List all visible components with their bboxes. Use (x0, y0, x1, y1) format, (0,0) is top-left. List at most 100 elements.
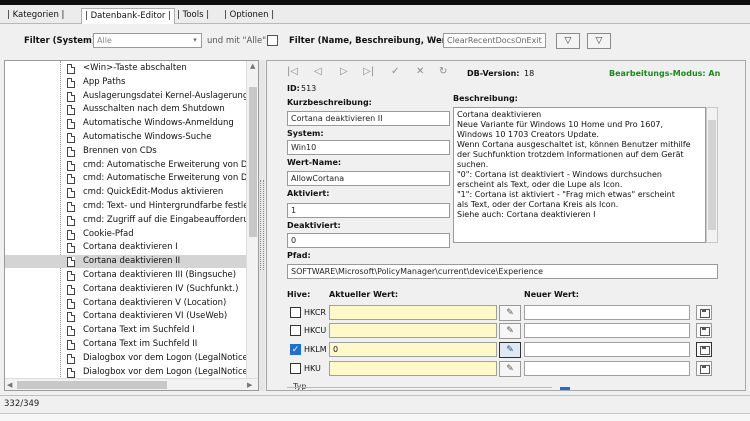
filter-clear-button[interactable]: ▽ (587, 33, 611, 49)
activated-input[interactable]: 1 (287, 203, 450, 218)
document-icon (67, 367, 75, 378)
tree-item-label: Cortana Text im Suchfeld II (83, 339, 198, 349)
last-record-icon[interactable]: ▷| (363, 66, 374, 77)
refresh-icon[interactable]: ↻ (439, 66, 447, 77)
tab-kategorien[interactable]: | Kategorien | (4, 8, 67, 24)
current-value-field[interactable] (329, 361, 497, 376)
save-disk-icon[interactable] (696, 342, 712, 357)
value-name-input[interactable]: AllowCortana (287, 171, 450, 186)
scroll-left-icon[interactable]: ◀ (7, 379, 12, 390)
tree-item[interactable]: Cookie-Pfad (5, 228, 248, 241)
new-value-input[interactable] (524, 342, 690, 357)
editor-panel: |◁ ◁ ▷ ▷| ✓ ✕ ↻ DB-Version: 18 Bearbeitu… (266, 60, 746, 391)
panel-splitter[interactable] (259, 60, 265, 391)
filter-system-value: Alle (97, 36, 112, 45)
tree-item[interactable]: Cortana deaktivieren III (Bingsuche) (5, 269, 248, 282)
tree-item[interactable]: <Win>-Taste abschalten (5, 62, 248, 75)
status-bar: 332/349 (0, 395, 750, 413)
tree-item[interactable]: Cortana deaktivieren II (5, 255, 248, 269)
filter-system-select[interactable]: Alle ▾ (93, 33, 202, 48)
document-icon (67, 160, 75, 171)
tree-item[interactable]: Auslagerungsdatei Kernel-Auslagerung v (5, 90, 248, 103)
tree-item[interactable]: Dialogbox vor dem Logon (LegalNoticeC (5, 352, 248, 365)
magic-wand-icon: ✎ (506, 308, 514, 318)
tab-optionen[interactable]: | Optionen | (221, 8, 277, 24)
tree-item[interactable]: cmd: Text- und Hintergrundfarbe festle (5, 200, 248, 213)
deactivated-input[interactable]: 0 (287, 233, 450, 248)
system-input[interactable]: Win10 (287, 140, 450, 155)
path-input[interactable]: SOFTWARE\Microsoft\PolicyManager\current… (287, 264, 718, 279)
filter-and-with-text: und mit "Alle" (207, 36, 267, 46)
document-icon (67, 298, 75, 309)
document-icon (67, 146, 75, 157)
new-value-input[interactable] (524, 323, 690, 338)
tab-datenbank-editor[interactable]: | Datenbank-Editor | (81, 8, 175, 24)
hive-checkbox[interactable] (290, 307, 301, 318)
window-bottom-edge (0, 413, 750, 421)
first-record-icon[interactable]: |◁ (287, 66, 298, 77)
filter-and-with-checkbox[interactable] (267, 35, 278, 46)
save-disk-icon[interactable] (696, 361, 712, 376)
current-value-field[interactable]: 0 (329, 342, 497, 357)
next-record-icon[interactable]: ▷ (340, 66, 348, 77)
regedit-jump-button[interactable]: ✎ (499, 342, 521, 358)
description-scroll-thumb[interactable] (708, 120, 716, 230)
description-scrollbar[interactable] (706, 107, 718, 243)
save-disk-icon[interactable] (696, 305, 712, 320)
tree-item-label: cmd: Automatische Erweiterung von Da (83, 159, 248, 170)
document-icon (67, 133, 75, 143)
entry-tree[interactable]: <Win>-Taste abschalten App Paths Auslageru… (4, 60, 259, 391)
tree-item[interactable]: Cortana Text im Suchfeld I (5, 324, 248, 337)
tree-horizontal-scroll-thumb[interactable] (17, 381, 167, 389)
tree-item-label: Auslagerungsdatei Kernel-Auslagerung v (83, 90, 248, 101)
hive-checkbox[interactable] (290, 325, 301, 336)
tree-item[interactable]: Cortana deaktivieren VI (UseWeb) (5, 310, 248, 323)
tree-item[interactable]: Automatische Windows-Anmeldung (5, 117, 248, 130)
filter-apply-button[interactable]: ▽ (556, 33, 580, 49)
tab-tools[interactable]: | Tools | (174, 8, 212, 24)
document-icon (67, 326, 75, 337)
magic-wand-icon: ✎ (506, 364, 514, 374)
document-icon (67, 105, 75, 116)
tree-item[interactable]: Cortana deaktivieren IV (Suchfunkt.) (5, 283, 248, 296)
tree-item[interactable]: App Paths (5, 76, 248, 89)
save-disk-icon[interactable] (696, 323, 712, 338)
description-line: Windows 10 1703 Creators Update. (457, 130, 599, 139)
regedit-jump-button[interactable]: ✎ (499, 305, 521, 321)
db-version-value: 18 (524, 69, 535, 78)
current-value-label: Aktueller Wert: (329, 290, 399, 299)
tree-item[interactable]: Cortana deaktivieren I (5, 241, 248, 254)
cancel-icon[interactable]: ✕ (416, 66, 424, 77)
tree-item[interactable]: cmd: Automatische Erweiterung von Da (5, 159, 248, 172)
hive-checkbox[interactable] (290, 363, 301, 374)
scroll-up-icon[interactable]: ▲ (250, 61, 255, 72)
tree-item[interactable]: cmd: Automatische Erweiterung von Da (5, 172, 248, 185)
current-value-field[interactable] (329, 323, 497, 338)
current-value-field[interactable] (329, 305, 497, 320)
tree-horizontal-scrollbar[interactable]: ◀ ▶ (5, 378, 258, 390)
tree-vertical-scroll-thumb[interactable] (249, 87, 257, 237)
regedit-jump-button[interactable]: ✎ (499, 361, 521, 377)
tree-item[interactable]: Dialogbox vor dem Logon (LegalNoticeT (5, 366, 248, 379)
regedit-jump-button[interactable]: ✎ (499, 323, 521, 339)
tree-item[interactable]: Automatische Windows-Suche (5, 131, 248, 144)
new-value-input[interactable] (524, 361, 690, 376)
hive-checkbox[interactable]: ✓ (290, 344, 301, 355)
tree-item[interactable]: cmd: QuickEdit-Modus aktivieren (5, 186, 248, 199)
short-description-input[interactable]: Cortana deaktivieren II (287, 111, 450, 126)
scroll-right-icon[interactable]: ▶ (247, 379, 252, 390)
confirm-icon[interactable]: ✓ (391, 66, 399, 77)
previous-record-icon[interactable]: ◁ (314, 66, 322, 77)
tree-item[interactable]: Cortana deaktivieren V (Location) (5, 297, 248, 310)
new-value-input[interactable] (524, 305, 690, 320)
tree-item[interactable]: Cortana Text im Suchfeld II (5, 338, 248, 351)
tree-item[interactable]: Brennen von CDs (5, 145, 248, 158)
tree-item[interactable]: Ausschalten nach dem Shutdown (5, 103, 248, 116)
filter-name-input[interactable]: ClearRecentDocsOnExit (443, 33, 546, 48)
tree-item[interactable]: cmd: Zugriff auf die Eingabeaufforderun (5, 214, 248, 227)
db-version-label: DB-Version: (467, 69, 520, 78)
document-icon (67, 271, 75, 281)
description-textarea[interactable]: Cortana deaktivieren Neue Variante für W… (453, 107, 706, 243)
document-icon (67, 312, 75, 323)
tree-vertical-scrollbar[interactable]: ▲ (246, 61, 258, 379)
